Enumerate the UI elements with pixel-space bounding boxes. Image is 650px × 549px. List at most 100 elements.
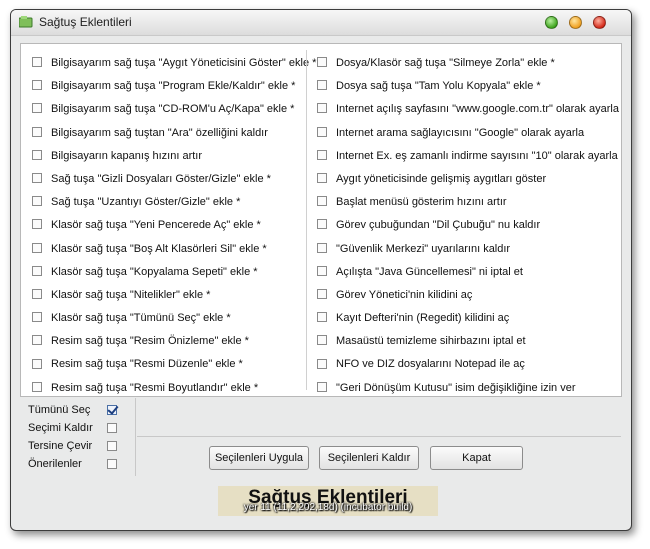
- option-label[interactable]: Bilgisayarım sağ tuşa "Program Ekle/Kald…: [51, 80, 295, 92]
- option-item[interactable]: Bilgisayarım sağ tuşa "Program Ekle/Kald…: [28, 75, 316, 98]
- option-checkbox[interactable]: [317, 219, 327, 230]
- option-label[interactable]: Bilgisayarım sağ tuşa "Aygıt Yöneticisin…: [51, 57, 316, 69]
- option-item[interactable]: Masaüstü temizleme sihirbazını iptal et: [313, 330, 619, 353]
- option-checkbox[interactable]: [317, 242, 327, 253]
- title-bar[interactable]: Sağtuş Eklentileri: [11, 10, 631, 36]
- option-checkbox[interactable]: [317, 196, 327, 207]
- minimize-button[interactable]: [545, 16, 558, 29]
- option-label[interactable]: Görev Yönetici'nin kilidini aç: [336, 289, 472, 301]
- option-item[interactable]: Sağ tuşa "Uzantıyı Göster/Gizle" ekle *: [28, 191, 316, 214]
- option-checkbox[interactable]: [32, 126, 42, 137]
- option-label[interactable]: Resim sağ tuşa "Resmi Düzenle" ekle *: [51, 358, 243, 370]
- option-checkbox[interactable]: [317, 381, 327, 392]
- recommended-row[interactable]: Önerilenler: [21, 455, 133, 473]
- option-item[interactable]: Klasör sağ tuşa "Yeni Pencerede Aç" ekle…: [28, 214, 316, 237]
- close-window-button[interactable]: [593, 16, 606, 29]
- option-checkbox[interactable]: [317, 335, 327, 346]
- option-checkbox[interactable]: [32, 265, 42, 276]
- option-checkbox[interactable]: [317, 288, 327, 299]
- recommended-label[interactable]: Önerilenler: [28, 455, 82, 473]
- option-label[interactable]: Aygıt yöneticisinde gelişmiş aygıtları g…: [336, 173, 546, 185]
- close-button[interactable]: Kapat: [430, 446, 523, 470]
- option-label[interactable]: Görev çubuğundan "Dil Çubuğu" nu kaldır: [336, 219, 540, 231]
- option-checkbox[interactable]: [317, 265, 327, 276]
- option-label[interactable]: Sağ tuşa "Gizli Dosyaları Göster/Gizle" …: [51, 173, 271, 185]
- option-label[interactable]: Bilgisayarım sağ tuştan "Ara" özelliğini…: [51, 127, 268, 139]
- apply-selected-button[interactable]: Seçilenleri Uygula: [209, 446, 309, 470]
- clear-selection-checkbox[interactable]: [107, 423, 117, 433]
- select-all-checkbox[interactable]: [107, 405, 117, 415]
- option-label[interactable]: Klasör sağ tuşa "Yeni Pencerede Aç" ekle…: [51, 219, 261, 231]
- option-label[interactable]: Dosya/Klasör sağ tuşa "Silmeye Zorla" ek…: [336, 57, 555, 69]
- option-item[interactable]: NFO ve DIZ dosyalarını Notepad ile aç: [313, 353, 619, 376]
- recommended-checkbox[interactable]: [107, 459, 117, 469]
- option-item[interactable]: Aygıt yöneticisinde gelişmiş aygıtları g…: [313, 168, 619, 191]
- option-checkbox[interactable]: [32, 219, 42, 230]
- option-label[interactable]: Klasör sağ tuşa "Tümünü Seç" ekle *: [51, 312, 231, 324]
- option-checkbox[interactable]: [32, 173, 42, 184]
- option-item[interactable]: Dosya sağ tuşa "Tam Yolu Kopyala" ekle *: [313, 75, 619, 98]
- option-label[interactable]: "Geri Dönüşüm Kutusu" isim değişikliğine…: [336, 382, 576, 394]
- option-checkbox[interactable]: [317, 126, 327, 137]
- option-item[interactable]: Resim sağ tuşa "Resmi Düzenle" ekle *: [28, 353, 316, 376]
- option-checkbox[interactable]: [32, 358, 42, 369]
- option-label[interactable]: Kayıt Defteri'nin (Regedit) kilidini aç: [336, 312, 509, 324]
- option-label[interactable]: Klasör sağ tuşa "Nitelikler" ekle *: [51, 289, 210, 301]
- option-checkbox[interactable]: [32, 196, 42, 207]
- option-label[interactable]: Masaüstü temizleme sihirbazını iptal et: [336, 335, 526, 347]
- maximize-button[interactable]: [569, 16, 582, 29]
- option-item[interactable]: Dosya/Klasör sağ tuşa "Silmeye Zorla" ek…: [313, 52, 619, 75]
- option-item[interactable]: Internet arama sağlayıcısını "Google" ol…: [313, 122, 619, 145]
- option-item[interactable]: Internet Ex. eş zamanlı indirme sayısını…: [313, 145, 619, 168]
- option-label[interactable]: Klasör sağ tuşa "Boş Alt Klasörleri Sil"…: [51, 243, 267, 255]
- option-label[interactable]: Bilgisayarın kapanış hızını artır: [51, 150, 202, 162]
- option-checkbox[interactable]: [32, 335, 42, 346]
- option-item[interactable]: "Geri Dönüşüm Kutusu" isim değişikliğine…: [313, 377, 619, 400]
- option-item[interactable]: Resim sağ tuşa "Resmi Boyutlandır" ekle …: [28, 377, 316, 400]
- option-label[interactable]: Dosya sağ tuşa "Tam Yolu Kopyala" ekle *: [336, 80, 541, 92]
- option-item[interactable]: Bilgisayarım sağ tuştan "Ara" özelliğini…: [28, 122, 316, 145]
- option-item[interactable]: Kayıt Defteri'nin (Regedit) kilidini aç: [313, 307, 619, 330]
- option-label[interactable]: Başlat menüsü gösterim hızını artır: [336, 196, 507, 208]
- option-label[interactable]: Internet arama sağlayıcısını "Google" ol…: [336, 127, 584, 139]
- option-item[interactable]: Resim sağ tuşa "Resim Önizleme" ekle *: [28, 330, 316, 353]
- option-item[interactable]: Bilgisayarın kapanış hızını artır: [28, 145, 316, 168]
- option-label[interactable]: Internet açılış sayfasını "www.google.co…: [336, 103, 619, 115]
- option-item[interactable]: Başlat menüsü gösterim hızını artır: [313, 191, 619, 214]
- option-item[interactable]: Açılışta "Java Güncellemesi" ni iptal et: [313, 261, 619, 284]
- option-label[interactable]: Resim sağ tuşa "Resmi Boyutlandır" ekle …: [51, 382, 258, 394]
- option-label[interactable]: Sağ tuşa "Uzantıyı Göster/Gizle" ekle *: [51, 196, 240, 208]
- option-checkbox[interactable]: [32, 149, 42, 160]
- option-checkbox[interactable]: [317, 173, 327, 184]
- option-checkbox[interactable]: [317, 103, 327, 114]
- option-label[interactable]: "Güvenlik Merkezi" uyarılarını kaldır: [336, 243, 510, 255]
- option-item[interactable]: Görev Yönetici'nin kilidini aç: [313, 284, 619, 307]
- option-label[interactable]: NFO ve DIZ dosyalarını Notepad ile aç: [336, 358, 525, 370]
- option-checkbox[interactable]: [32, 242, 42, 253]
- invert-selection-label[interactable]: Tersine Çevir: [28, 437, 92, 455]
- option-item[interactable]: Klasör sağ tuşa "Kopyalama Sepeti" ekle …: [28, 261, 316, 284]
- option-item[interactable]: Sağ tuşa "Gizli Dosyaları Göster/Gizle" …: [28, 168, 316, 191]
- option-item[interactable]: Klasör sağ tuşa "Boş Alt Klasörleri Sil"…: [28, 238, 316, 261]
- option-checkbox[interactable]: [32, 103, 42, 114]
- invert-selection-checkbox[interactable]: [107, 441, 117, 451]
- option-checkbox[interactable]: [317, 312, 327, 323]
- clear-selection-row[interactable]: Seçimi Kaldır: [21, 419, 133, 437]
- option-checkbox[interactable]: [32, 80, 42, 91]
- option-checkbox[interactable]: [317, 80, 327, 91]
- option-item[interactable]: Klasör sağ tuşa "Tümünü Seç" ekle *: [28, 307, 316, 330]
- option-label[interactable]: Açılışta "Java Güncellemesi" ni iptal et: [336, 266, 523, 278]
- option-checkbox[interactable]: [32, 312, 42, 323]
- option-checkbox[interactable]: [32, 381, 42, 392]
- option-label[interactable]: Internet Ex. eş zamanlı indirme sayısını…: [336, 150, 618, 162]
- select-all-label[interactable]: Tümünü Seç: [28, 401, 90, 419]
- option-item[interactable]: Bilgisayarım sağ tuşa "CD-ROM'u Aç/Kapa"…: [28, 98, 316, 121]
- remove-selected-button[interactable]: Seçilenleri Kaldır: [319, 446, 419, 470]
- option-item[interactable]: Görev çubuğundan "Dil Çubuğu" nu kaldır: [313, 214, 619, 237]
- option-item[interactable]: Bilgisayarım sağ tuşa "Aygıt Yöneticisin…: [28, 52, 316, 75]
- option-label[interactable]: Resim sağ tuşa "Resim Önizleme" ekle *: [51, 335, 249, 347]
- clear-selection-label[interactable]: Seçimi Kaldır: [28, 419, 93, 437]
- option-checkbox[interactable]: [317, 358, 327, 369]
- invert-selection-row[interactable]: Tersine Çevir: [21, 437, 133, 455]
- option-checkbox[interactable]: [32, 288, 42, 299]
